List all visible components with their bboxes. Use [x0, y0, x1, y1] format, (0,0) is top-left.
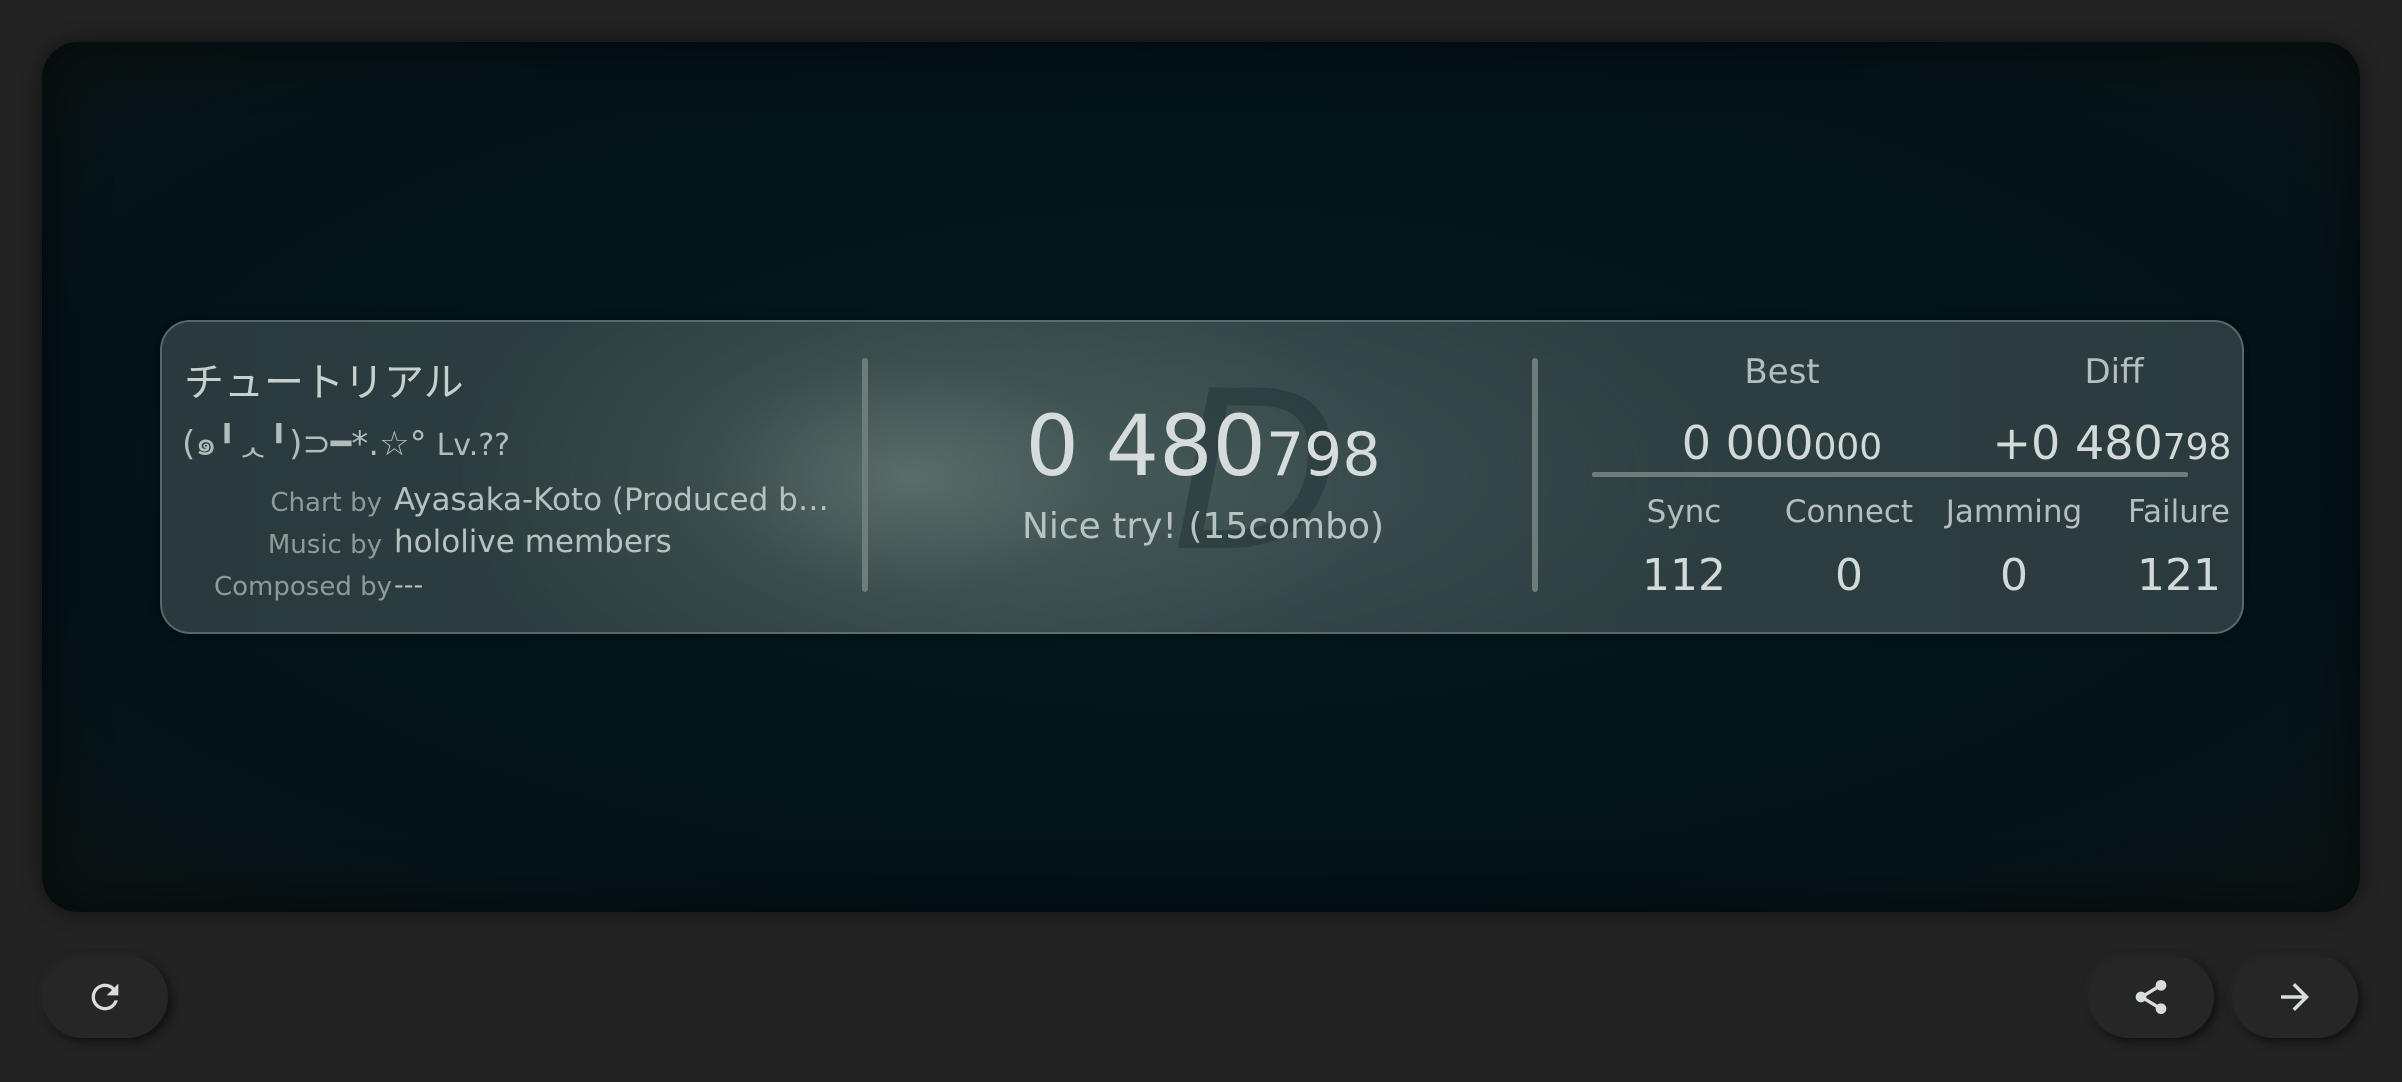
credit-chart-label: Chart by [270, 488, 382, 518]
song-title: チュートリアル [184, 360, 464, 406]
right-divider [1532, 358, 1538, 592]
share-button[interactable] [2088, 956, 2214, 1038]
score-minor: 798 [1265, 420, 1381, 490]
stats-separator [1592, 472, 2188, 477]
best-score-major: 0 000 [1681, 416, 1814, 470]
judgement-sync-value: 112 [1642, 550, 1726, 601]
song-level: Lv.?? [436, 428, 511, 463]
best-label: Best [1744, 352, 1820, 392]
judgement-jamming-label: Jamming [1945, 494, 2083, 530]
diff-score: +0 480798 [1962, 420, 2262, 466]
share-icon [2131, 977, 2171, 1017]
judgement-connect-value: 0 [1835, 550, 1863, 601]
credit-composer-row: Composed by --- [162, 566, 852, 608]
result-card: チュートリアル (๑╹ᆺ╹)⊃━*.☆° Lv.?? Chart by Ayasa… [160, 320, 2244, 634]
diff-score-major: +0 480 [1992, 416, 2163, 470]
song-artist-line: (๑╹ᆺ╹)⊃━*.☆° Lv.?? [182, 416, 510, 470]
game-screen: チュートリアル (๑╹ᆺ╹)⊃━*.☆° Lv.?? Chart by Ayasa… [42, 42, 2360, 912]
credit-composer-label: Composed by [213, 572, 392, 602]
best-score: 0 000000 [1632, 420, 1932, 466]
credit-music-value: hololive members [394, 524, 672, 560]
diff-score-minor: 798 [2162, 427, 2232, 468]
judgement-connect-label: Connect [1784, 494, 1914, 530]
retry-button[interactable] [42, 956, 168, 1038]
next-button[interactable] [2232, 956, 2358, 1038]
score-display: 0 480798 [888, 404, 1518, 488]
arrow-right-icon [2274, 976, 2316, 1018]
diff-label: Diff [2084, 352, 2144, 392]
result-message: Nice try! (15combo) [1021, 506, 1385, 547]
song-artist: (๑╹ᆺ╹)⊃━*.☆° [182, 424, 427, 464]
judgement-jamming-value: 0 [2000, 550, 2028, 601]
score-major: 0 480 [1025, 397, 1266, 495]
judgement-failure-label: Failure [2128, 494, 2230, 530]
credit-chart-value: Ayasaka-Koto (Produced by ... [394, 482, 844, 518]
refresh-icon [85, 977, 125, 1017]
judgement-sync-label: Sync [1646, 494, 1722, 530]
judgement-failure-value: 121 [2137, 550, 2221, 601]
credit-chart-row: Chart by Ayasaka-Koto (Produced by ... [162, 482, 852, 524]
credit-composer-value: --- [394, 570, 424, 601]
best-score-minor: 000 [1813, 427, 1883, 468]
credit-music-label: Music by [267, 530, 382, 560]
credit-music-row: Music by hololive members [162, 524, 852, 566]
left-divider [862, 358, 868, 592]
